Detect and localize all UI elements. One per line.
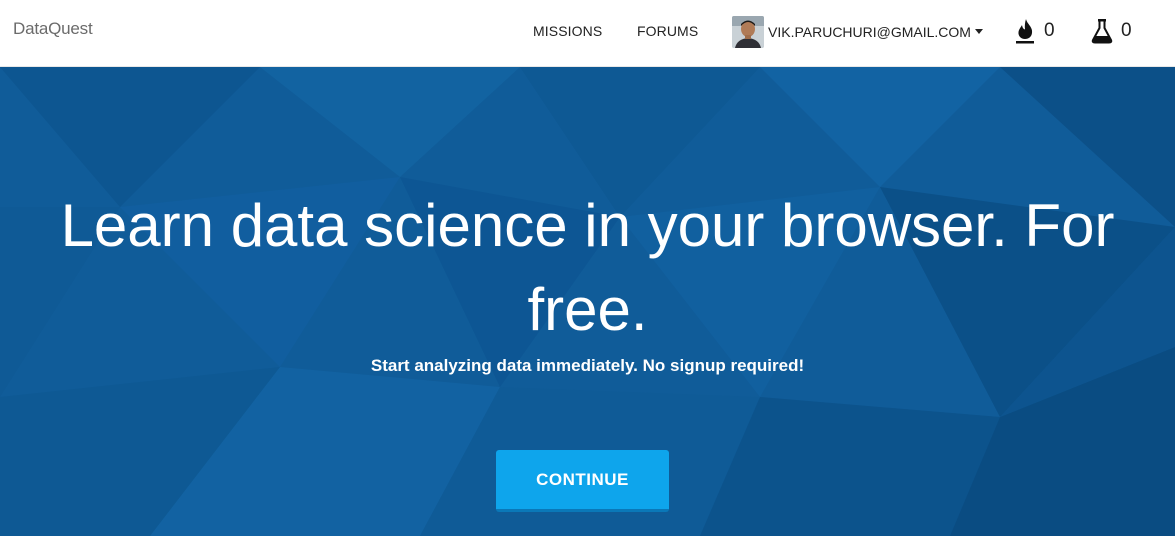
continue-button[interactable]: CONTINUE	[496, 450, 669, 512]
nav-link-forums[interactable]: FORUMS	[637, 23, 698, 39]
streak-counter[interactable]: 0	[1014, 17, 1055, 45]
chevron-down-icon	[974, 29, 983, 34]
user-email: VIK.PARUCHURI@GMAIL.COM	[768, 23, 971, 40]
user-menu-dropdown[interactable]: VIK.PARUCHURI@GMAIL.COM	[732, 15, 983, 48]
top-navbar: DataQuest MISSIONS FORUMS VIK.PARUCHURI@…	[0, 0, 1175, 67]
brand-logo[interactable]: DataQuest	[13, 19, 93, 39]
hero-section: Learn data science in your browser. For …	[0, 67, 1175, 536]
streak-count: 0	[1044, 20, 1055, 41]
labs-count: 0	[1121, 20, 1132, 41]
labs-counter[interactable]: 0	[1091, 17, 1132, 45]
hero-title: Learn data science in your browser. For …	[60, 192, 1115, 343]
nav-link-missions[interactable]: MISSIONS	[533, 23, 602, 39]
flame-icon	[1016, 19, 1034, 44]
hero-subtitle: Start analyzing data immediately. No sig…	[370, 356, 805, 375]
flask-icon	[1091, 19, 1113, 44]
avatar	[732, 15, 764, 48]
